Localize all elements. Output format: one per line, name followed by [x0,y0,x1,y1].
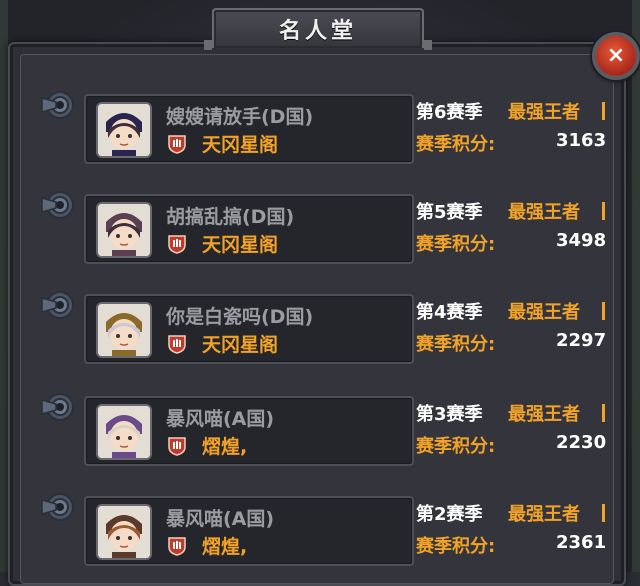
score-label: 赛季积分: [416,536,496,557]
score-value: 3163 [556,130,607,151]
season-info: 第2赛季 最强王者 赛季积分: 2361 [416,496,606,562]
rank-title: 最强王者 [508,504,580,525]
season-info: 第6赛季 最强王者 赛季积分: 3163 [416,94,606,160]
season-label: 第2赛季 [416,504,483,525]
gear-icon [41,91,74,119]
gear-icon [41,191,74,219]
avatar-portrait-icon [98,304,150,356]
season-label: 第6赛季 [416,102,483,123]
gear-icon [41,291,74,319]
season-label: 第3赛季 [416,404,483,425]
score-label: 赛季积分: [416,436,496,457]
rank-title: 最强王者 [508,102,580,123]
rank-title: 最强王者 [508,202,580,223]
rank-divider [602,102,605,120]
player-avatar[interactable] [96,302,152,358]
player-name: 你是白瓷吗(D国) [166,306,314,328]
hall-of-fame-entry: 嫂嫂请放手(D国) 天冈星阁 第6赛季 最强王者 赛季积分: 3163 [40,88,606,172]
close-icon: × [606,43,626,68]
season-info: 第5赛季 最强王者 赛季积分: 3498 [416,194,606,260]
avatar-portrait-icon [98,506,150,558]
score-value: 3498 [556,230,607,251]
avatar-portrait-icon [98,204,150,256]
hall-of-fame-entry: 胡搞乱搞(D国) 天冈星阁 第5赛季 最强王者 赛季积分: 3498 [40,188,606,272]
score-value: 2361 [556,532,607,553]
season-info: 第4赛季 最强王者 赛季积分: 2297 [416,294,606,360]
player-card[interactable]: 胡搞乱搞(D国) 天冈星阁 [84,194,414,264]
rank-divider [602,504,605,522]
score-label: 赛季积分: [416,134,496,155]
score-value: 2230 [556,432,607,453]
guild-badge-icon [168,335,186,354]
rank-divider [602,404,605,422]
player-name: 胡搞乱搞(D国) [166,206,295,228]
guild-name: 熠煌, [202,436,248,458]
season-label: 第5赛季 [416,202,483,223]
season-info: 第3赛季 最强王者 赛季积分: 2230 [416,396,606,462]
player-card[interactable]: 暴风喵(A国) 熠煌, [84,396,414,466]
player-card[interactable]: 你是白瓷吗(D国) 天冈星阁 [84,294,414,364]
hall-of-fame-entry: 暴风喵(A国) 熠煌, 第3赛季 最强王者 赛季积分: 2230 [40,390,606,474]
guild-badge-icon [168,135,186,154]
guild-name: 天冈星阁 [202,334,279,356]
guild-badge-icon [168,537,186,556]
hall-of-fame-entry: 暴风喵(A国) 熠煌, 第2赛季 最强王者 赛季积分: 2361 [40,490,606,574]
player-avatar[interactable] [96,202,152,258]
player-avatar[interactable] [96,504,152,560]
season-label: 第4赛季 [416,302,483,323]
score-label: 赛季积分: [416,334,496,355]
guild-name: 天冈星阁 [202,234,279,256]
gear-icon [41,493,74,521]
guild-badge-icon [168,437,186,456]
player-avatar[interactable] [96,102,152,158]
player-card[interactable]: 暴风喵(A国) 熠煌, [84,496,414,566]
rank-title: 最强王者 [508,302,580,323]
rank-title: 最强王者 [508,404,580,425]
avatar-portrait-icon [98,104,150,156]
player-avatar[interactable] [96,404,152,460]
score-value: 2297 [556,330,607,351]
close-button[interactable]: × [592,32,640,80]
guild-name: 天冈星阁 [202,134,279,156]
guild-name: 熠煌, [202,536,248,558]
avatar-portrait-icon [98,406,150,458]
title-tab: 名人堂 [204,8,432,50]
rank-divider [602,302,605,320]
guild-badge-icon [168,235,186,254]
player-name: 暴风喵(A国) [166,508,275,530]
player-card[interactable]: 嫂嫂请放手(D国) 天冈星阁 [84,94,414,164]
score-label: 赛季积分: [416,234,496,255]
rank-divider [602,202,605,220]
player-name: 嫂嫂请放手(D国) [166,106,314,128]
player-name: 暴风喵(A国) [166,408,275,430]
hall-of-fame-entry: 你是白瓷吗(D国) 天冈星阁 第4赛季 最强王者 赛季积分: 2297 [40,288,606,372]
page-title: 名人堂 [278,19,357,44]
gear-icon [41,393,74,421]
